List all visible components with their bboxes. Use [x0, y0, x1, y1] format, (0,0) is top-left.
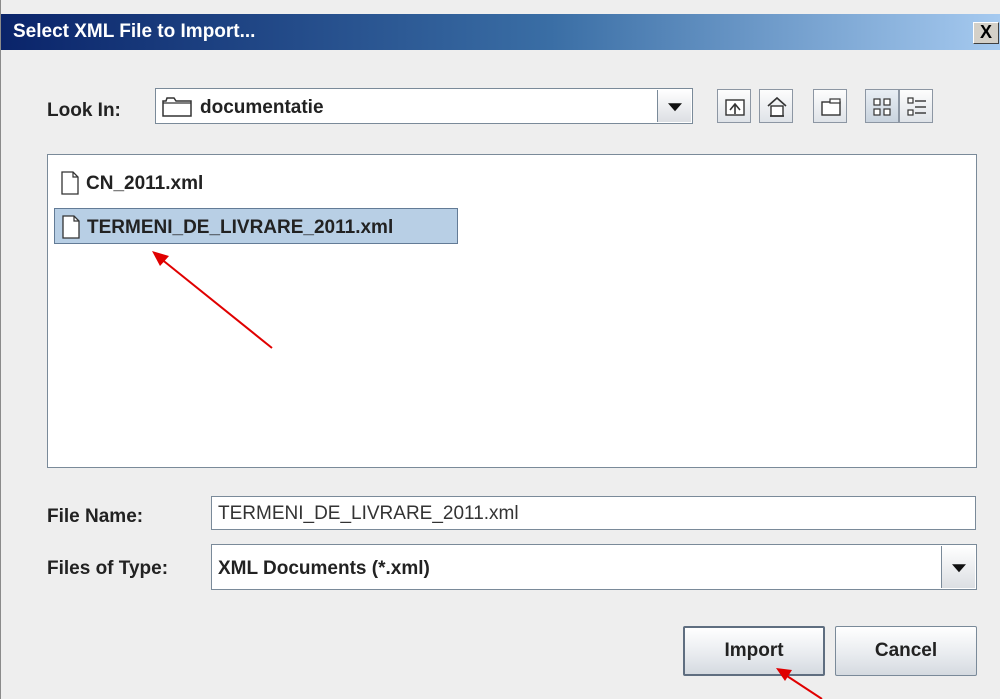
- document-icon: [60, 171, 80, 201]
- look-in-label: Look In:: [47, 100, 121, 121]
- file-item-termeni-de-livrare-2011[interactable]: TERMENI_DE_LIVRARE_2011.xml: [54, 208, 458, 244]
- files-of-type-dropdown-button[interactable]: [941, 546, 975, 588]
- up-one-level-icon: [725, 99, 745, 116]
- file-name-label: File Name:: [47, 506, 144, 527]
- document-icon: [61, 215, 81, 245]
- title-bar[interactable]: Select XML File to Import... X: [1, 14, 1000, 50]
- close-button[interactable]: X: [973, 22, 999, 44]
- chevron-down-icon: [667, 103, 682, 112]
- files-of-type-value: XML Documents (*.xml): [218, 558, 430, 579]
- file-name-input[interactable]: TERMENI_DE_LIVRARE_2011.xml: [211, 496, 976, 530]
- folder-icon: [162, 97, 192, 122]
- file-name-text: CN_2011.xml: [86, 173, 204, 194]
- import-button[interactable]: Import: [683, 626, 825, 676]
- new-folder-button[interactable]: [813, 89, 847, 123]
- chevron-down-icon: [951, 564, 966, 573]
- close-icon: X: [979, 22, 992, 42]
- look-in-value: documentatie: [200, 97, 324, 118]
- list-view-icon: [873, 98, 891, 116]
- files-of-type-dropdown[interactable]: XML Documents (*.xml): [211, 544, 977, 590]
- file-list[interactable]: CN_2011.xml TERMENI_DE_LIVRARE_2011.xml: [47, 154, 977, 468]
- file-chooser-dialog: Select XML File to Import... X Look In: …: [0, 0, 1000, 699]
- file-name-text: TERMENI_DE_LIVRARE_2011.xml: [87, 217, 394, 238]
- up-one-level-button[interactable]: [717, 89, 751, 123]
- dialog-title: Select XML File to Import...: [13, 21, 256, 42]
- look-in-dropdown-button[interactable]: [657, 90, 691, 122]
- list-view-button[interactable]: [865, 89, 899, 123]
- new-folder-icon: [821, 98, 841, 116]
- home-icon: [767, 96, 787, 117]
- look-in-dropdown[interactable]: documentatie: [155, 88, 693, 124]
- details-view-icon: [907, 97, 926, 116]
- files-of-type-label: Files of Type:: [47, 558, 169, 579]
- details-view-button[interactable]: [899, 89, 933, 123]
- cancel-button[interactable]: Cancel: [835, 626, 977, 676]
- home-button[interactable]: [759, 89, 793, 123]
- file-item-cn-2011[interactable]: CN_2011.xml: [54, 165, 254, 201]
